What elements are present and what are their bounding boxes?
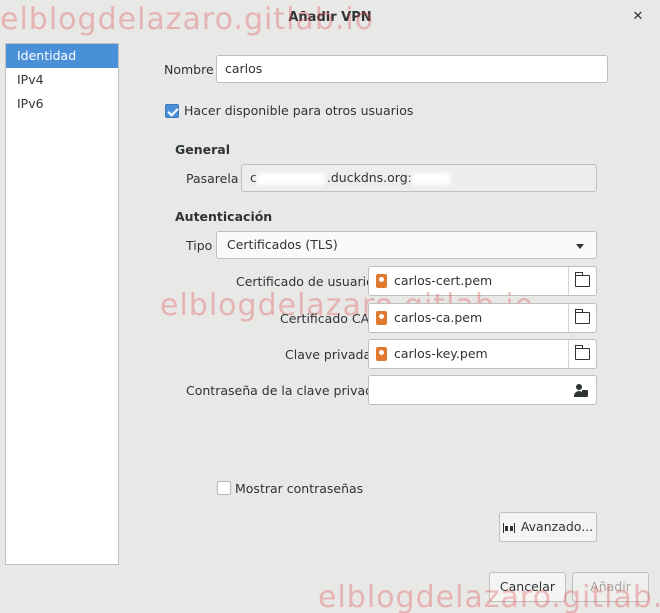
show-passwords-label: Mostrar contraseñas (235, 481, 364, 496)
gateway-field[interactable]: c .duckdns.org: (241, 164, 597, 192)
general-heading: General (175, 142, 230, 157)
user-cert-chooser[interactable]: carlos-cert.pem (368, 266, 597, 296)
separator (568, 340, 569, 368)
user-cert-filename: carlos-cert.pem (394, 273, 493, 288)
user-cert-label: Certificado de usuario (236, 274, 374, 289)
gateway-label: Pasarela (186, 171, 239, 186)
folder-open-icon[interactable] (575, 309, 590, 324)
cancel-button[interactable]: Cancelar (489, 572, 566, 602)
separator (568, 267, 569, 295)
separator (568, 304, 569, 332)
redacted-text (256, 172, 325, 185)
advanced-label: Avanzado... (520, 519, 594, 534)
certificate-icon (376, 274, 387, 288)
sidebar-item-ipv4[interactable]: IPv4 (6, 68, 118, 92)
advanced-settings-icon (502, 522, 515, 533)
key-password-label: Contraseña de la clave privada (186, 383, 381, 398)
dialog-title: Añadir VPN (288, 10, 372, 25)
folder-open-icon[interactable] (575, 345, 590, 360)
private-key-chooser[interactable]: carlos-key.pem (368, 339, 597, 369)
sidebar-item-ipv6[interactable]: IPv6 (6, 92, 118, 116)
share-label: Hacer disponible para otros usuarios (184, 103, 414, 118)
redacted-text (411, 172, 450, 185)
advanced-button[interactable]: Avanzado... (499, 512, 597, 542)
auth-type-value: Certificados (TLS) (227, 237, 338, 252)
sidebar-item-identidad[interactable]: Identidad (6, 44, 118, 68)
ca-cert-chooser[interactable]: carlos-ca.pem (368, 303, 597, 333)
auth-type-dropdown[interactable]: Certificados (TLS) (216, 231, 597, 259)
icon-part (576, 384, 582, 390)
name-label: Nombre (164, 62, 214, 77)
type-label: Tipo (186, 238, 213, 253)
private-key-label: Clave privada (285, 347, 372, 362)
ca-cert-filename: carlos-ca.pem (394, 310, 483, 325)
close-icon[interactable]: ✕ (630, 9, 646, 25)
folder-open-icon[interactable] (575, 272, 590, 287)
gateway-suffix: .duckdns.org: (326, 170, 412, 185)
show-passwords-checkbox[interactable] (217, 481, 231, 495)
add-button[interactable]: Añadir (572, 572, 649, 602)
sidebar: Identidad IPv4 IPv6 (5, 43, 119, 565)
private-key-filename: carlos-key.pem (394, 346, 488, 361)
name-field[interactable]: carlos (216, 55, 608, 83)
gateway-prefix: c (250, 170, 257, 185)
titlebar: Añadir VPN ✕ (0, 0, 660, 36)
ca-cert-label: Certificado CA (280, 311, 370, 326)
key-password-field[interactable] (368, 375, 597, 405)
certificate-icon (376, 311, 387, 325)
dropdown-arrow-icon (576, 244, 584, 249)
share-checkbox[interactable] (165, 104, 179, 118)
auth-heading: Autenticación (175, 209, 273, 224)
user-lock-icon[interactable] (574, 384, 588, 398)
icon-part (582, 390, 588, 397)
certificate-icon (376, 347, 387, 361)
